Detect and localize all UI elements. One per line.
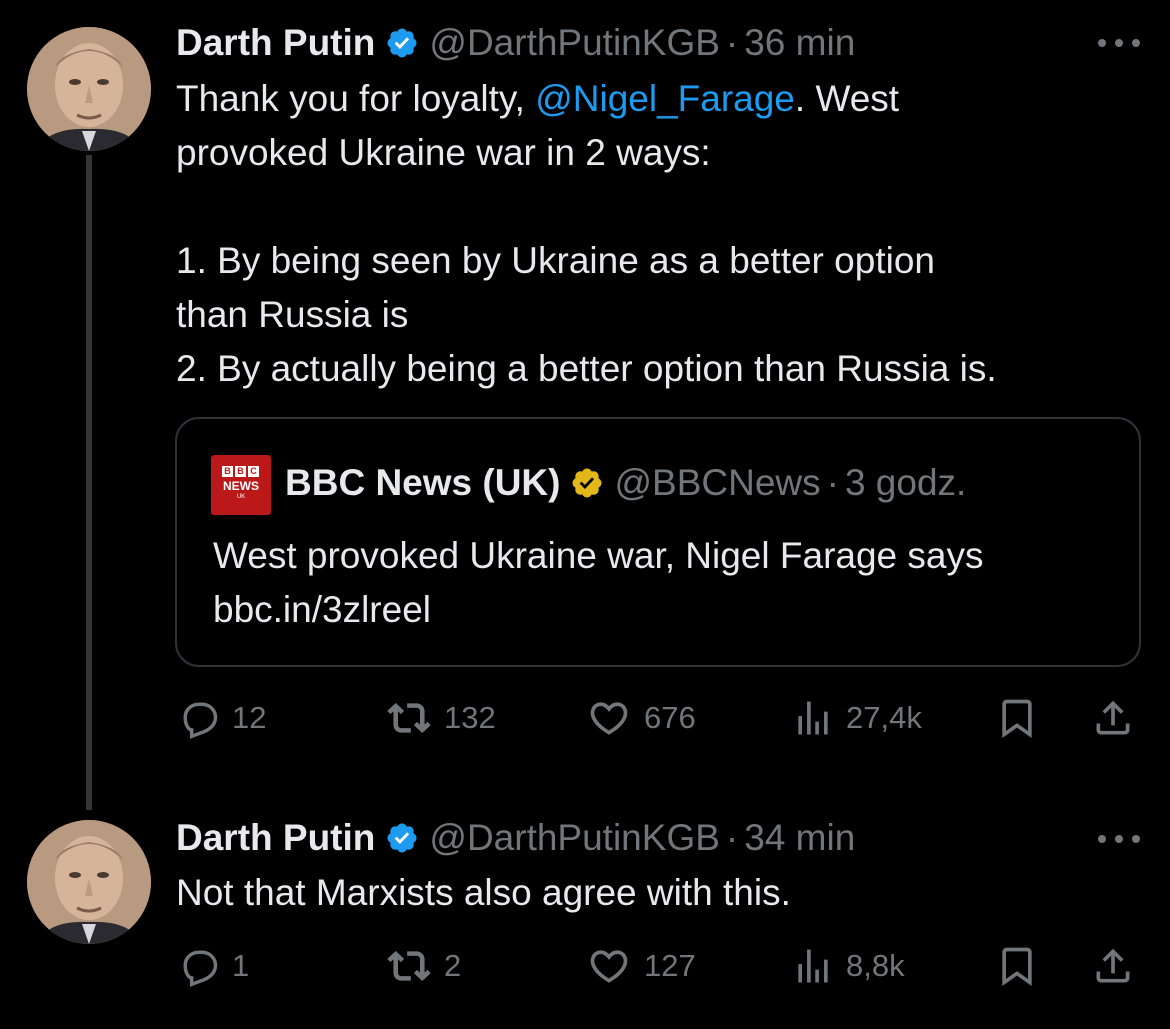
reply-button[interactable]: 1 bbox=[176, 944, 249, 988]
like-icon bbox=[590, 950, 628, 983]
timestamp[interactable]: 36 min bbox=[744, 21, 855, 65]
separator-dot: · bbox=[725, 22, 739, 63]
tweet-2: Darth Putin @DarthPutinKGB · 34 min Not … bbox=[0, 800, 1170, 1029]
quoted-author-name: BBC News (UK) bbox=[285, 462, 561, 503]
author-name[interactable]: Darth Putin bbox=[176, 816, 375, 860]
tweet-text: Not that Marxists also agree with this. bbox=[176, 872, 791, 913]
action-bar: 1 2 127 8,8k bbox=[0, 944, 1170, 988]
author-name[interactable]: Darth Putin bbox=[176, 21, 375, 65]
quoted-header: BBC News (UK) @BBCNews · 3 godz. bbox=[285, 461, 966, 505]
bookmark-icon bbox=[1002, 947, 1032, 987]
avatar[interactable] bbox=[27, 820, 151, 944]
verified-badge-icon[interactable] bbox=[385, 821, 419, 855]
bookmark-button[interactable] bbox=[994, 944, 1040, 988]
repost-count: 2 bbox=[444, 948, 462, 983]
reply-count: 12 bbox=[232, 700, 267, 735]
repost-icon bbox=[387, 702, 431, 734]
like-count: 127 bbox=[644, 948, 696, 983]
share-button[interactable] bbox=[1088, 944, 1138, 988]
like-icon bbox=[590, 702, 628, 735]
views-button[interactable]: 27,4k bbox=[790, 696, 922, 740]
reply-button[interactable]: 12 bbox=[176, 696, 266, 740]
like-count: 676 bbox=[644, 700, 696, 735]
tweet-text: Thank you for loyalty, @Nigel_Farage. We… bbox=[176, 78, 997, 389]
repost-button[interactable]: 2 bbox=[384, 944, 461, 988]
like-button[interactable]: 676 bbox=[584, 696, 696, 740]
reply-icon bbox=[183, 950, 218, 987]
bbc-news-logo-icon[interactable]: B B C NEWS UK bbox=[211, 455, 271, 515]
verified-badge-icon bbox=[572, 468, 602, 498]
views-icon bbox=[798, 701, 828, 735]
author-handle[interactable]: @DarthPutinKGB bbox=[429, 816, 720, 860]
separator-dot: · bbox=[826, 462, 839, 503]
action-bar: 12 132 676 27,4k bbox=[0, 696, 1170, 740]
tweet-header: Darth Putin @DarthPutinKGB · 36 min bbox=[176, 21, 855, 65]
mention-link[interactable]: @Nigel_Farage bbox=[535, 78, 795, 119]
tweet-1: Darth Putin @DarthPutinKGB · 36 min Than… bbox=[0, 0, 1170, 810]
quoted-timestamp: 3 godz. bbox=[844, 462, 967, 503]
share-button[interactable] bbox=[1088, 696, 1138, 740]
quoted-text: West provoked Ukraine war, Nigel Farage … bbox=[213, 535, 984, 630]
repost-count: 132 bbox=[444, 700, 496, 735]
quoted-tweet[interactable]: B B C NEWS UK BBC News (UK) @BBCNews · 3… bbox=[175, 417, 1141, 667]
reply-count: 1 bbox=[232, 948, 250, 983]
timestamp[interactable]: 34 min bbox=[744, 816, 855, 860]
share-icon bbox=[1096, 700, 1130, 735]
more-icon[interactable] bbox=[1098, 832, 1140, 846]
views-icon bbox=[798, 949, 828, 983]
avatar[interactable] bbox=[27, 27, 151, 151]
avatar-portrait-icon bbox=[27, 820, 151, 944]
share-icon bbox=[1096, 948, 1130, 983]
author-handle[interactable]: @DarthPutinKGB bbox=[429, 21, 720, 65]
avatar-portrait-icon bbox=[27, 27, 151, 151]
more-icon[interactable] bbox=[1098, 36, 1140, 50]
quoted-author-handle: @BBCNews bbox=[614, 462, 821, 503]
bookmark-button[interactable] bbox=[994, 696, 1040, 740]
repost-icon bbox=[387, 950, 431, 982]
views-count: 8,8k bbox=[846, 948, 905, 983]
separator-dot: · bbox=[725, 817, 739, 858]
like-button[interactable]: 127 bbox=[584, 944, 696, 988]
repost-button[interactable]: 132 bbox=[384, 696, 496, 740]
verified-badge-icon[interactable] bbox=[385, 26, 419, 60]
bookmark-icon bbox=[1002, 699, 1032, 739]
reply-icon bbox=[183, 702, 218, 739]
tweet-header: Darth Putin @DarthPutinKGB · 34 min bbox=[176, 816, 855, 860]
views-count: 27,4k bbox=[846, 700, 922, 735]
views-button[interactable]: 8,8k bbox=[790, 944, 905, 988]
